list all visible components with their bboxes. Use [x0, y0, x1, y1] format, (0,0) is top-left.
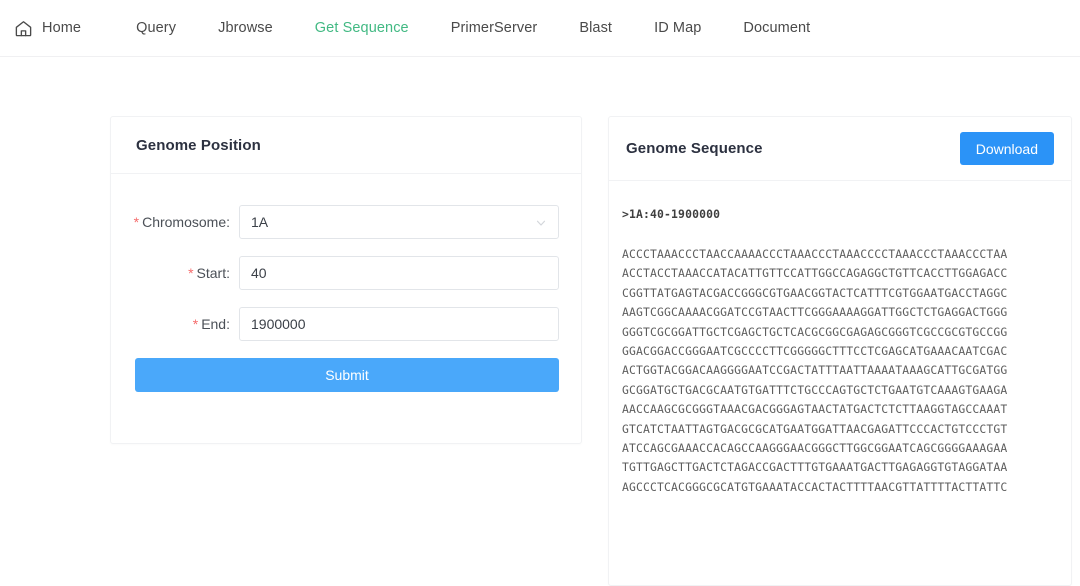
start-label-separator: : — [226, 265, 230, 281]
submit-button[interactable]: Submit — [135, 358, 559, 392]
end-input[interactable]: 1900000 — [239, 307, 559, 341]
start-field-row: * Start: 40 — [111, 256, 581, 290]
nav-item-query[interactable]: Query — [115, 20, 197, 36]
required-asterisk: * — [192, 316, 199, 332]
end-label-separator: : — [226, 316, 230, 332]
sidebar-item-home[interactable]: Home — [14, 19, 81, 38]
genome-position-header: Genome Position — [111, 117, 581, 174]
chromosome-select[interactable]: 1A — [239, 205, 559, 239]
chromosome-label-text: Chromosome — [142, 214, 227, 230]
nav-item-blast[interactable]: Blast — [558, 20, 633, 36]
nav-item-document[interactable]: Document — [722, 20, 831, 36]
genome-sequence-panel: Genome Sequence Download >1A:40-1900000 … — [608, 116, 1072, 586]
genome-position-form: * Chromosome: 1A * Start: 40 * End: 1900… — [111, 174, 581, 392]
start-input[interactable]: 40 — [239, 256, 559, 290]
home-icon — [14, 19, 33, 38]
end-input-value: 1900000 — [251, 316, 306, 332]
download-button[interactable]: Download — [959, 132, 1054, 165]
submit-row: Submit — [111, 358, 581, 392]
panel-title: Genome Position — [136, 136, 261, 154]
start-input-value: 40 — [251, 265, 267, 281]
sequence-lines: ACCCTAAACCCTAACCAAAACCCTAAACCCTAAACCCCTA… — [622, 247, 1008, 494]
nav-item-id-map[interactable]: ID Map — [633, 20, 722, 36]
main-content: Genome Position * Chromosome: 1A * Start… — [0, 57, 1080, 586]
required-asterisk: * — [188, 265, 194, 281]
nav-item-label-home: Home — [42, 20, 82, 36]
start-label-text: Start — [196, 265, 227, 281]
chromosome-field-row: * Chromosome: 1A — [111, 205, 581, 239]
fasta-header-line: >1A:40-1900000 — [622, 207, 721, 221]
nav-item-primerserver[interactable]: PrimerServer — [430, 20, 559, 36]
chevron-down-icon — [535, 216, 547, 228]
chromosome-label-separator: : — [226, 214, 230, 230]
end-label: * End: — [111, 316, 239, 332]
sequence-output[interactable]: >1A:40-1900000 ACCCTAAACCCTAACCAAAACCCTA… — [609, 181, 1071, 586]
genome-sequence-header: Genome Sequence Download — [609, 117, 1071, 181]
end-field-row: * End: 1900000 — [111, 307, 581, 341]
genome-position-panel: Genome Position * Chromosome: 1A * Start… — [110, 116, 582, 444]
start-label: * Start: — [111, 265, 239, 281]
nav-item-jbrowse[interactable]: Jbrowse — [197, 20, 294, 36]
required-asterisk: * — [133, 214, 140, 230]
end-label-text: End — [201, 316, 227, 332]
top-navigation-bar: Home Query Jbrowse Get Sequence PrimerSe… — [0, 0, 1080, 57]
panel-title: Genome Sequence — [626, 140, 763, 157]
nav-item-get-sequence[interactable]: Get Sequence — [294, 20, 430, 36]
chromosome-select-value: 1A — [251, 214, 269, 230]
chromosome-label: * Chromosome: — [111, 214, 239, 230]
